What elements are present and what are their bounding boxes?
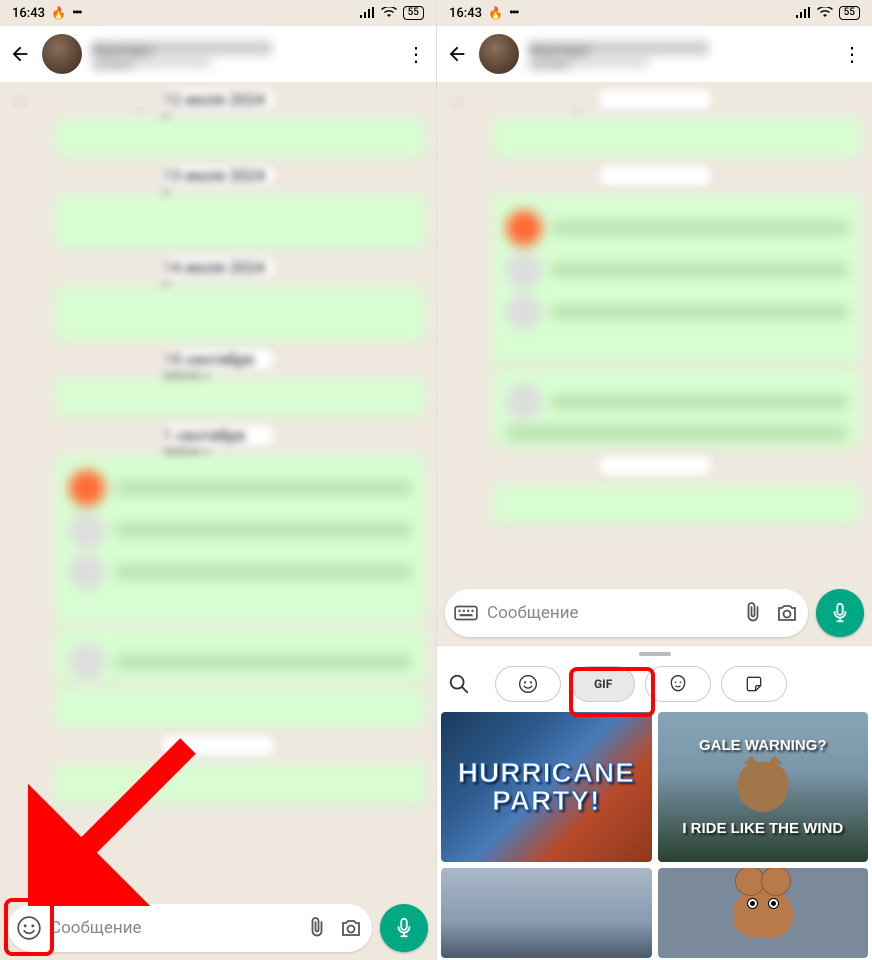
back-button[interactable] (445, 43, 469, 65)
contact-avatar[interactable] (479, 34, 519, 74)
sticker-icon (744, 674, 764, 694)
gif-label: GIF (594, 677, 612, 691)
date-chip (163, 736, 273, 756)
battery-icon: 55 (403, 6, 424, 20)
tab-emoji[interactable] (495, 666, 561, 702)
panel-handle[interactable] (639, 652, 671, 656)
chat-area[interactable]: 12 июля 2024 г. 13 июля 2024 г. 14 июля … (0, 82, 436, 904)
emoji-panel: GIF HURRICANEPARTY! GALE WARNING? (437, 645, 872, 960)
status-bar: 16:43 🔥 ••• 55 (0, 0, 436, 26)
avatar-face-icon (668, 674, 688, 694)
input-bar: Сообщение (437, 581, 872, 645)
message-bubble[interactable] (492, 118, 862, 158)
message-bubble[interactable] (55, 286, 426, 342)
mic-button[interactable] (816, 589, 864, 637)
phone-left: 16:43 🔥 ••• 55 Контакт онлайн ⋮ 12 июля … (0, 0, 436, 960)
date-chip: 12 июля 2024 г. (163, 90, 273, 110)
message-bubble-audio[interactable] (55, 628, 426, 684)
message-bubble[interactable] (55, 764, 426, 804)
battery-icon: 55 (839, 6, 860, 20)
message-bubble-media[interactable] (492, 194, 862, 364)
menu-button[interactable]: ⋮ (404, 42, 428, 66)
tab-avatar[interactable] (645, 666, 711, 702)
tab-gif[interactable]: GIF (571, 666, 635, 702)
date-chip: 1 сентября 2024 г. (163, 426, 273, 446)
phone-right: 16:43 🔥 ••• 55 Контакт онлайн ⋮ (436, 0, 872, 960)
camera-button[interactable] (338, 915, 364, 941)
status-time: 16:43 (12, 6, 45, 21)
gif-thumbnail[interactable]: HURRICANEPARTY! (441, 712, 652, 862)
mic-button[interactable] (380, 904, 428, 952)
chat-area[interactable] (437, 82, 872, 599)
contact-info[interactable]: Контакт онлайн (92, 41, 394, 68)
message-bubble-audio[interactable] (492, 368, 862, 448)
gif-grid: HURRICANEPARTY! GALE WARNING? I RIDE LIK… (437, 708, 872, 958)
input-bar: Сообщение (0, 896, 436, 960)
message-placeholder: Сообщение (487, 603, 732, 623)
contact-name: Контакт (92, 41, 272, 55)
flame-icon: 🔥 (488, 6, 503, 20)
contact-avatar[interactable] (42, 34, 82, 74)
message-bubble[interactable] (55, 378, 426, 418)
attach-button[interactable] (304, 915, 330, 941)
tab-sticker[interactable] (721, 666, 787, 702)
contact-info[interactable]: Контакт онлайн (529, 41, 830, 68)
emoji-icon (518, 674, 538, 694)
date-chip: 14 июля 2024 г. (163, 258, 273, 278)
contact-name: Контакт (529, 41, 709, 55)
wifi-icon (817, 7, 833, 19)
date-chip (600, 456, 710, 476)
menu-button[interactable]: ⋮ (840, 42, 864, 66)
back-button[interactable] (8, 43, 32, 65)
date-chip (600, 166, 710, 186)
gif-thumbnail[interactable] (658, 868, 869, 958)
wifi-icon (381, 7, 397, 19)
status-bar: 16:43 🔥 ••• 55 (437, 0, 872, 26)
status-time: 16:43 (449, 6, 482, 21)
date-chip (600, 90, 710, 110)
panel-tabs-row: GIF (437, 660, 872, 708)
search-button[interactable] (447, 672, 471, 696)
date-chip: 13 июля 2024 г. (163, 166, 273, 186)
flame-icon: 🔥 (51, 6, 66, 20)
notification-dots-icon: ••• (509, 5, 518, 21)
message-input-field[interactable]: Сообщение (445, 589, 808, 637)
gif-thumbnail[interactable]: GALE WARNING? I RIDE LIKE THE WIND (658, 712, 869, 862)
emoji-button[interactable] (16, 915, 42, 941)
signal-icon (795, 7, 811, 19)
message-bubble[interactable] (55, 194, 426, 250)
message-bubble-media[interactable] (55, 454, 426, 624)
notification-dots-icon: ••• (72, 5, 81, 21)
message-input-field[interactable]: Сообщение (8, 904, 372, 952)
chat-header: Контакт онлайн ⋮ (437, 26, 872, 82)
gif-thumbnail[interactable] (441, 868, 652, 958)
date-chip: 15 сентября 2024 г. (163, 350, 273, 370)
signal-icon (359, 7, 375, 19)
attach-button[interactable] (740, 600, 766, 626)
message-bubble[interactable] (492, 484, 862, 524)
message-bubble-audio[interactable] (55, 688, 426, 728)
camera-button[interactable] (774, 600, 800, 626)
keyboard-button[interactable] (453, 600, 479, 626)
message-placeholder: Сообщение (50, 918, 296, 938)
message-bubble[interactable] (55, 118, 426, 158)
chat-header: Контакт онлайн ⋮ (0, 26, 436, 82)
